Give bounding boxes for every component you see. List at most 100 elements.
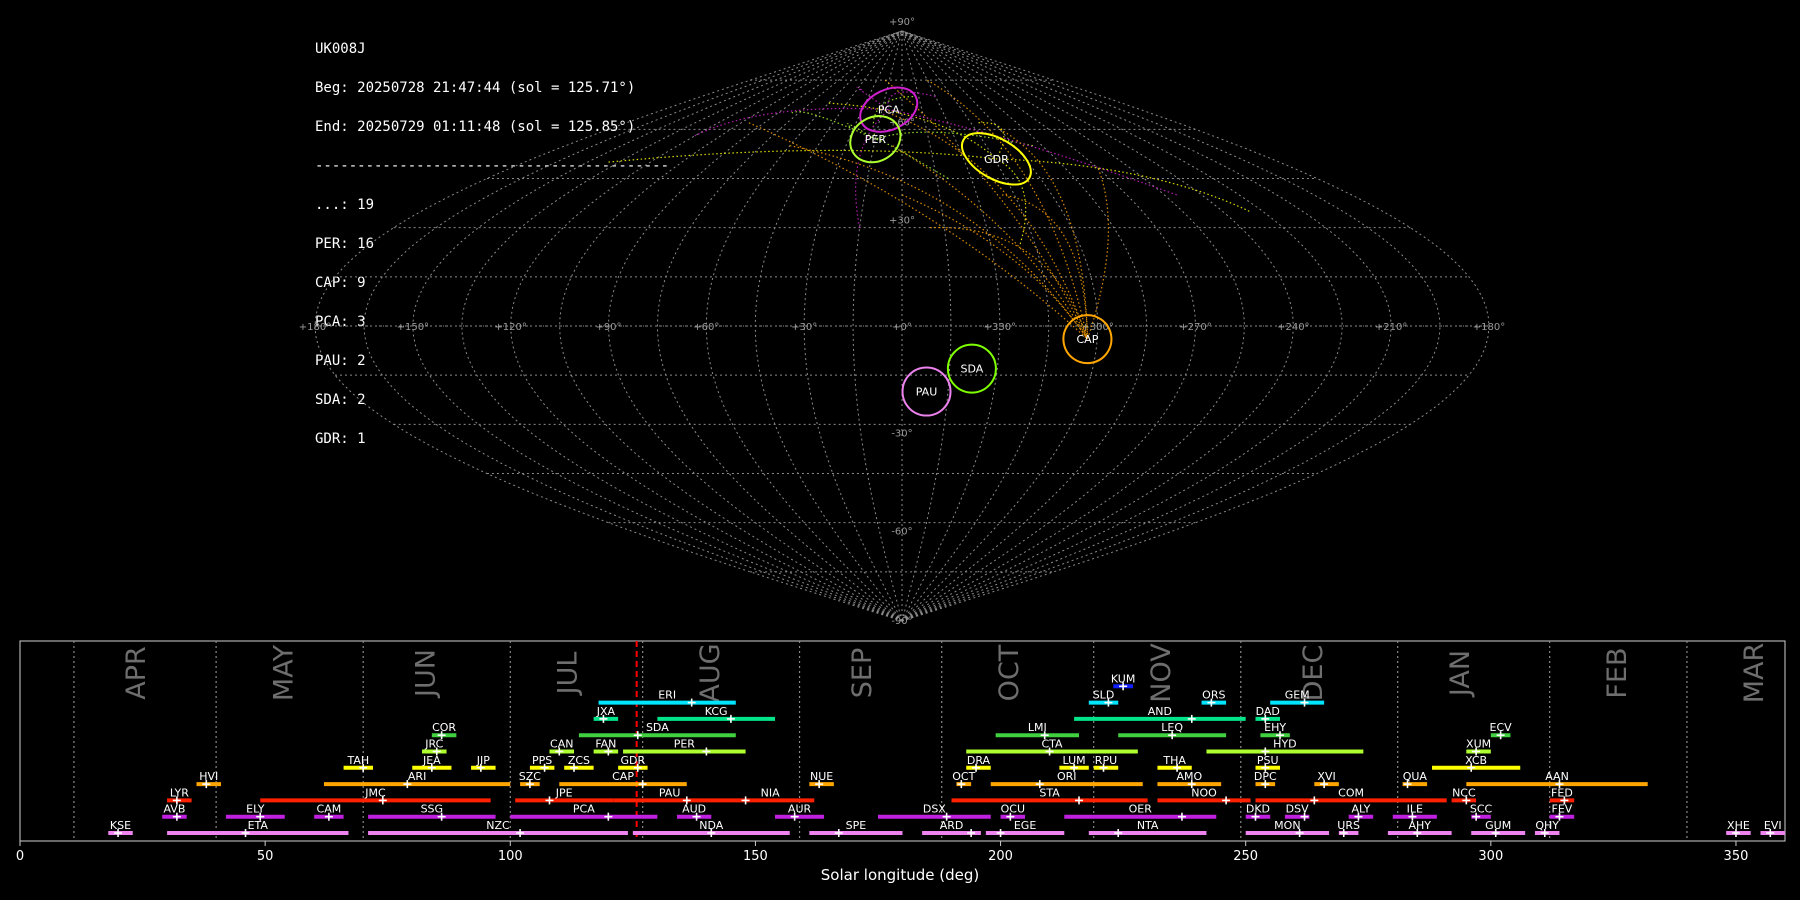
shower-label: GDR <box>621 754 646 767</box>
month-label: JUL <box>553 652 584 697</box>
meteor-trails <box>608 79 1250 340</box>
shower-label: AVB <box>163 803 185 816</box>
meteor-trail <box>996 158 1027 245</box>
shower-label: FAN <box>595 738 616 751</box>
lon-tick-label: +210° <box>1375 322 1407 333</box>
shower-label: NTA <box>1137 819 1159 832</box>
month-label: APR <box>121 646 152 700</box>
shower-label: OCT <box>952 770 975 783</box>
shower-label: JEA <box>422 754 441 767</box>
lon-tick-label: +330° <box>984 322 1016 333</box>
shower-label: XUM <box>1466 738 1491 751</box>
shower-label: ELY <box>246 803 265 816</box>
shower-label: ORS <box>1202 689 1225 702</box>
shower-label: HVI <box>199 770 218 783</box>
shower-label: MON <box>1274 819 1300 832</box>
radiant-label: PER <box>865 133 887 146</box>
shower-label: DKD <box>1246 803 1270 816</box>
shower-label: KSE <box>110 819 131 832</box>
shower-label: NDA <box>699 819 724 832</box>
shower-label: JXA <box>596 705 616 718</box>
shower-label: LYR <box>170 786 189 799</box>
lat-tick-label: -30° <box>891 428 912 439</box>
shower-label: CAN <box>550 738 573 751</box>
month-label: FEB <box>1602 647 1633 698</box>
x-tick-label: 50 <box>257 849 274 864</box>
shower-label: GUM <box>1485 819 1511 832</box>
shower-label: PAU <box>659 786 681 799</box>
shower-label: CAM <box>317 803 342 816</box>
shower-label: ZCS <box>568 754 590 767</box>
shower-label: ERI <box>658 689 676 702</box>
shower-label: KUM <box>1111 672 1135 685</box>
shower-label: FEV <box>1552 803 1573 816</box>
shower-label: KCG <box>705 705 728 718</box>
shower-label: PER <box>674 738 696 751</box>
shower-label: ALY <box>1351 803 1370 816</box>
lat-tick-label: +90° <box>889 17 915 28</box>
shower-label: AUD <box>682 803 706 816</box>
shower-label: ILE <box>1407 803 1423 816</box>
shower-label: JPE <box>555 786 573 799</box>
shower-label: DSV <box>1286 803 1309 816</box>
shower-label: CTA <box>1041 738 1063 751</box>
shower-label: ETA <box>248 819 269 832</box>
month-label: MAY <box>268 644 299 701</box>
shower-label: EHY <box>1264 721 1286 734</box>
x-tick-label: 250 <box>1233 849 1258 864</box>
x-tick-label: 300 <box>1478 849 1503 864</box>
month-label: JAN <box>1445 650 1476 698</box>
shower-label: JIP <box>476 754 490 767</box>
shower-label: OCU <box>1001 803 1025 816</box>
shower-label: AAN <box>1545 770 1569 783</box>
shower-label: LUM <box>1063 754 1086 767</box>
shower-label: AMO <box>1176 770 1202 783</box>
shower-label: EVI <box>1764 819 1782 832</box>
radiant-label: SDA <box>961 363 984 376</box>
shower-label: HYD <box>1273 738 1296 751</box>
shower-label: SPE <box>846 819 867 832</box>
month-label: OCT <box>994 644 1025 701</box>
shower-label: DSX <box>923 803 946 816</box>
meteor-trail <box>901 194 1088 340</box>
shower-label: THA <box>1162 754 1186 767</box>
meteor-trail <box>1086 168 1109 340</box>
month-label: JUN <box>410 649 441 699</box>
month-label: MAR <box>1739 643 1770 704</box>
shower-label: COM <box>1338 786 1364 799</box>
lon-tick-label: +90° <box>595 322 621 333</box>
shower-label: NUE <box>810 770 833 783</box>
shower-label: SZC <box>519 770 542 783</box>
lon-tick-label: +30° <box>791 322 817 333</box>
x-tick-label: 200 <box>988 849 1013 864</box>
sky-map: +180° +150° +120° +90° +60° +30° +0° +330° +300°… <box>299 17 1505 627</box>
shower-label: JMC <box>364 786 386 799</box>
shower-label: NOO <box>1191 786 1217 799</box>
radiant-label: CAP <box>1077 333 1099 346</box>
shower-label: LMI <box>1028 721 1047 734</box>
month-label: SEP <box>847 648 878 698</box>
shower-label: TAH <box>346 754 369 767</box>
radiant-label: PCA <box>878 104 900 117</box>
shower-label: DRA <box>967 754 991 767</box>
shower-label: SCC <box>1470 803 1493 816</box>
lon-tick-label: +150° <box>397 322 429 333</box>
shower-label: FED <box>1551 786 1573 799</box>
shower-label: XHE <box>1727 819 1750 832</box>
x-tick-label: 350 <box>1724 849 1749 864</box>
shower-label: LEQ <box>1161 721 1183 734</box>
shower-label: ORI <box>1057 770 1077 783</box>
x-tick-label: 0 <box>16 849 24 864</box>
shower-label: SLD <box>1093 689 1115 702</box>
month-label: NOV <box>1146 643 1177 703</box>
meteor-trail <box>999 128 1089 340</box>
shower-label: STA <box>1039 786 1060 799</box>
shower-label: OER <box>1129 803 1153 816</box>
shower-label: AUR <box>788 803 812 816</box>
shower-label: COR <box>432 721 456 734</box>
lon-tick-label: +180° <box>299 322 331 333</box>
shower-label: SDA <box>646 721 669 734</box>
month-label: DEC <box>1298 645 1329 702</box>
lat-tick-label: -60° <box>891 527 912 538</box>
lon-tick-label: +270° <box>1179 322 1211 333</box>
